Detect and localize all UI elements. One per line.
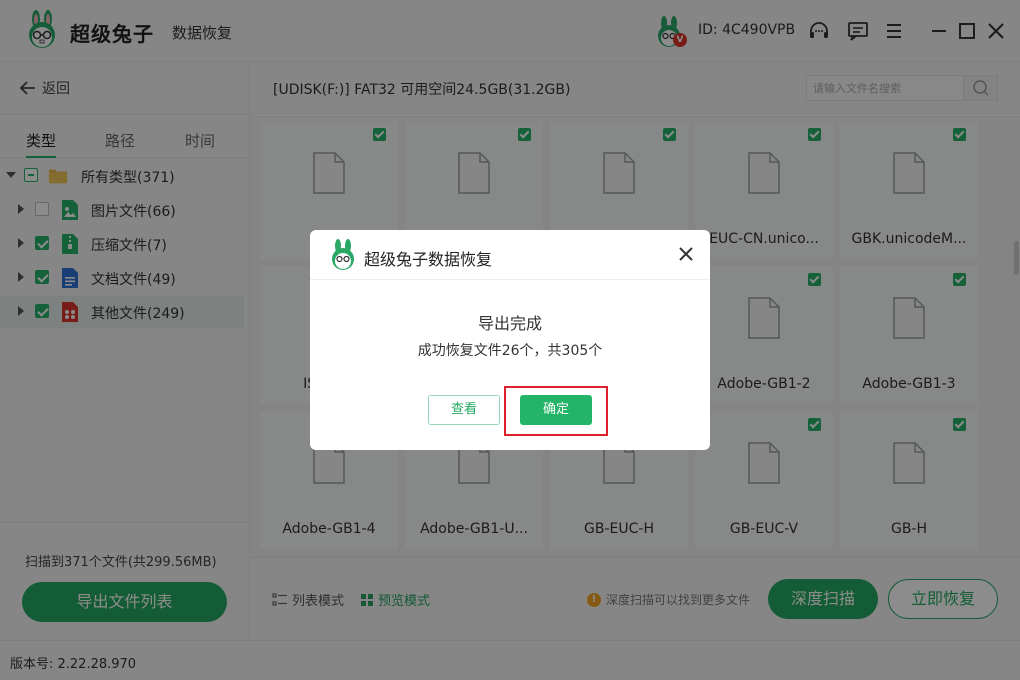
highlight-box — [504, 386, 608, 436]
dialog-title: 超级兔子数据恢复 — [364, 250, 493, 269]
dialog-message: 成功恢复文件26个，共305个 — [417, 343, 603, 359]
export-complete-dialog: 超级兔子数据恢复 导出完成 成功恢复文件26个，共305个 查看 确定 — [310, 230, 710, 450]
close-icon[interactable] — [676, 244, 696, 264]
dialog-heading: 导出完成 — [477, 314, 542, 333]
dialog-header: 超级兔子数据恢复 — [310, 230, 710, 280]
rabbit-logo-icon — [332, 239, 354, 270]
view-button[interactable]: 查看 — [428, 395, 500, 425]
